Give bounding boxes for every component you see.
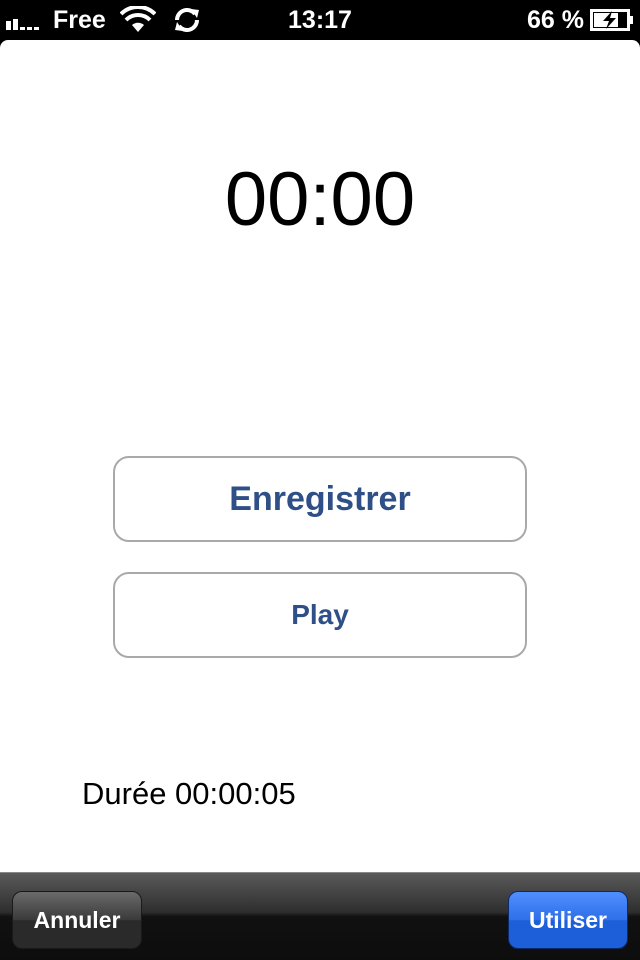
battery-charging-icon (590, 9, 633, 31)
battery-percentage: 66 % (527, 6, 584, 34)
play-button[interactable]: Play (113, 572, 527, 658)
duration-label: Durée 00:00:05 (82, 776, 296, 811)
record-button[interactable]: Enregistrer (113, 456, 527, 542)
bottom-toolbar: Annuler Utiliser (0, 872, 640, 960)
recording-timer: 00:00 (224, 157, 416, 242)
recorder-screen: 00:00 Enregistrer Play Durée 00:00:05 (0, 40, 640, 872)
cancel-button[interactable]: Annuler (12, 891, 142, 949)
use-button[interactable]: Utiliser (508, 891, 628, 949)
status-bar: Free 13:17 66 % (0, 0, 640, 40)
